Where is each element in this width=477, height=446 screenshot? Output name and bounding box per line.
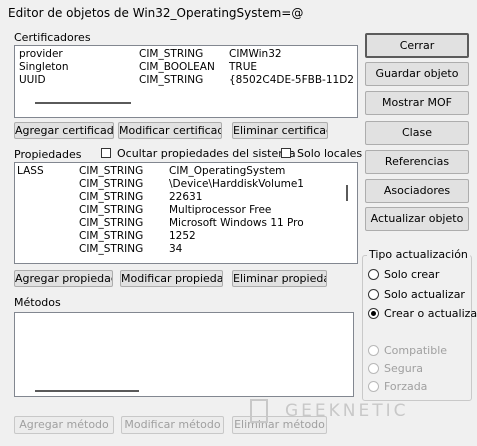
hide-system-properties-label: Ocultar propiedades del sistema	[117, 147, 296, 160]
property-value: Microsoft Windows 11 Pro	[169, 217, 304, 229]
delete-property-button[interactable]: Eliminar propiedad	[232, 270, 327, 287]
methods-list[interactable]	[14, 312, 354, 397]
update-only-radio[interactable]	[368, 289, 379, 300]
qualifiers-list[interactable]: provider CIM_STRING CIMWin32 Singleton C…	[14, 45, 358, 118]
associators-button[interactable]: Asociadores	[365, 179, 469, 203]
compatible-label: Compatible	[384, 344, 448, 357]
local-only-checkbox[interactable]	[281, 148, 291, 158]
property-type: CIM_STRING	[79, 243, 144, 255]
window-title: Editor de objetos de Win32_OperatingSyst…	[8, 6, 304, 20]
safe-radio[interactable]	[368, 363, 379, 374]
property-type: CIM_STRING	[79, 178, 144, 190]
property-name: LASS	[17, 165, 44, 177]
show-mof-button[interactable]: Mostrar MOF	[365, 91, 469, 115]
qualifier-type: CIM_STRING	[139, 74, 204, 86]
horizontal-scrollbar[interactable]	[35, 102, 131, 104]
property-type: CIM_STRING	[79, 217, 144, 229]
qualifiers-label: Certificadores	[14, 31, 91, 44]
create-only-radio[interactable]	[368, 269, 379, 280]
property-value: 34	[169, 243, 183, 255]
watermark-logo-icon	[250, 399, 268, 423]
vertical-scrollbar[interactable]	[346, 185, 348, 201]
forced-radio[interactable]	[368, 381, 379, 392]
add-property-button[interactable]: Agregar propiedad	[14, 270, 113, 287]
methods-label: Métodos	[14, 296, 61, 309]
update-only-label: Solo actualizar	[384, 288, 465, 301]
edit-property-button[interactable]: Modificar propiedad	[120, 270, 223, 287]
property-value: \Device\HarddiskVolume1	[169, 178, 304, 190]
delete-qualifier-button[interactable]: Eliminar certificador	[232, 122, 328, 139]
hide-system-properties-checkbox[interactable]	[101, 148, 111, 158]
edit-qualifier-button[interactable]: Modificar certificador	[118, 122, 222, 139]
qualifier-type: CIM_BOOLEAN	[139, 61, 215, 73]
watermark-text: GEEKNETIC	[285, 401, 409, 421]
qualifier-name: provider	[19, 48, 63, 60]
save-object-button[interactable]: Guardar objeto	[365, 62, 469, 86]
property-type: CIM_STRING	[79, 230, 144, 242]
horizontal-scrollbar[interactable]	[35, 390, 139, 392]
add-method-button[interactable]: Agregar método	[14, 416, 114, 434]
class-button[interactable]: Clase	[365, 121, 469, 145]
property-value: Multiprocessor Free	[169, 204, 272, 216]
add-qualifier-button[interactable]: Agregar certificador	[14, 122, 114, 139]
forced-label: Forzada	[384, 380, 428, 393]
edit-method-button[interactable]: Modificar método	[121, 416, 224, 434]
qualifier-name: Singleton	[19, 61, 69, 73]
qualifier-name: UUID	[19, 74, 46, 86]
qualifier-value: {8502C4DE-5FBB-11D2	[229, 74, 354, 86]
property-type: CIM_STRING	[79, 204, 144, 216]
compatible-radio[interactable]	[368, 345, 379, 356]
local-only-label: Solo locales	[297, 147, 363, 160]
property-value: 1252	[169, 230, 196, 242]
property-value: 22631	[169, 191, 203, 203]
update-type-title: Tipo actualización	[367, 248, 470, 261]
qualifier-value: CIMWin32	[229, 48, 282, 60]
refresh-object-button[interactable]: Actualizar objeto	[365, 207, 469, 231]
safe-label: Segura	[384, 362, 423, 375]
property-type: CIM_STRING	[79, 191, 144, 203]
property-type: CIM_STRING	[79, 165, 144, 177]
qualifier-type: CIM_STRING	[139, 48, 204, 60]
references-button[interactable]: Referencias	[365, 150, 469, 174]
properties-label: Propiedades	[14, 148, 82, 161]
property-value: CIM_OperatingSystem	[169, 165, 286, 177]
properties-list[interactable]: LASS CIM_STRING CIM_OperatingSystem CIM_…	[14, 162, 358, 264]
close-button[interactable]: Cerrar	[365, 33, 469, 58]
create-or-update-radio[interactable]	[368, 308, 379, 319]
qualifier-value: TRUE	[229, 61, 258, 73]
create-or-update-label: Crear o actualizar	[384, 307, 477, 320]
create-only-label: Solo crear	[384, 268, 440, 281]
